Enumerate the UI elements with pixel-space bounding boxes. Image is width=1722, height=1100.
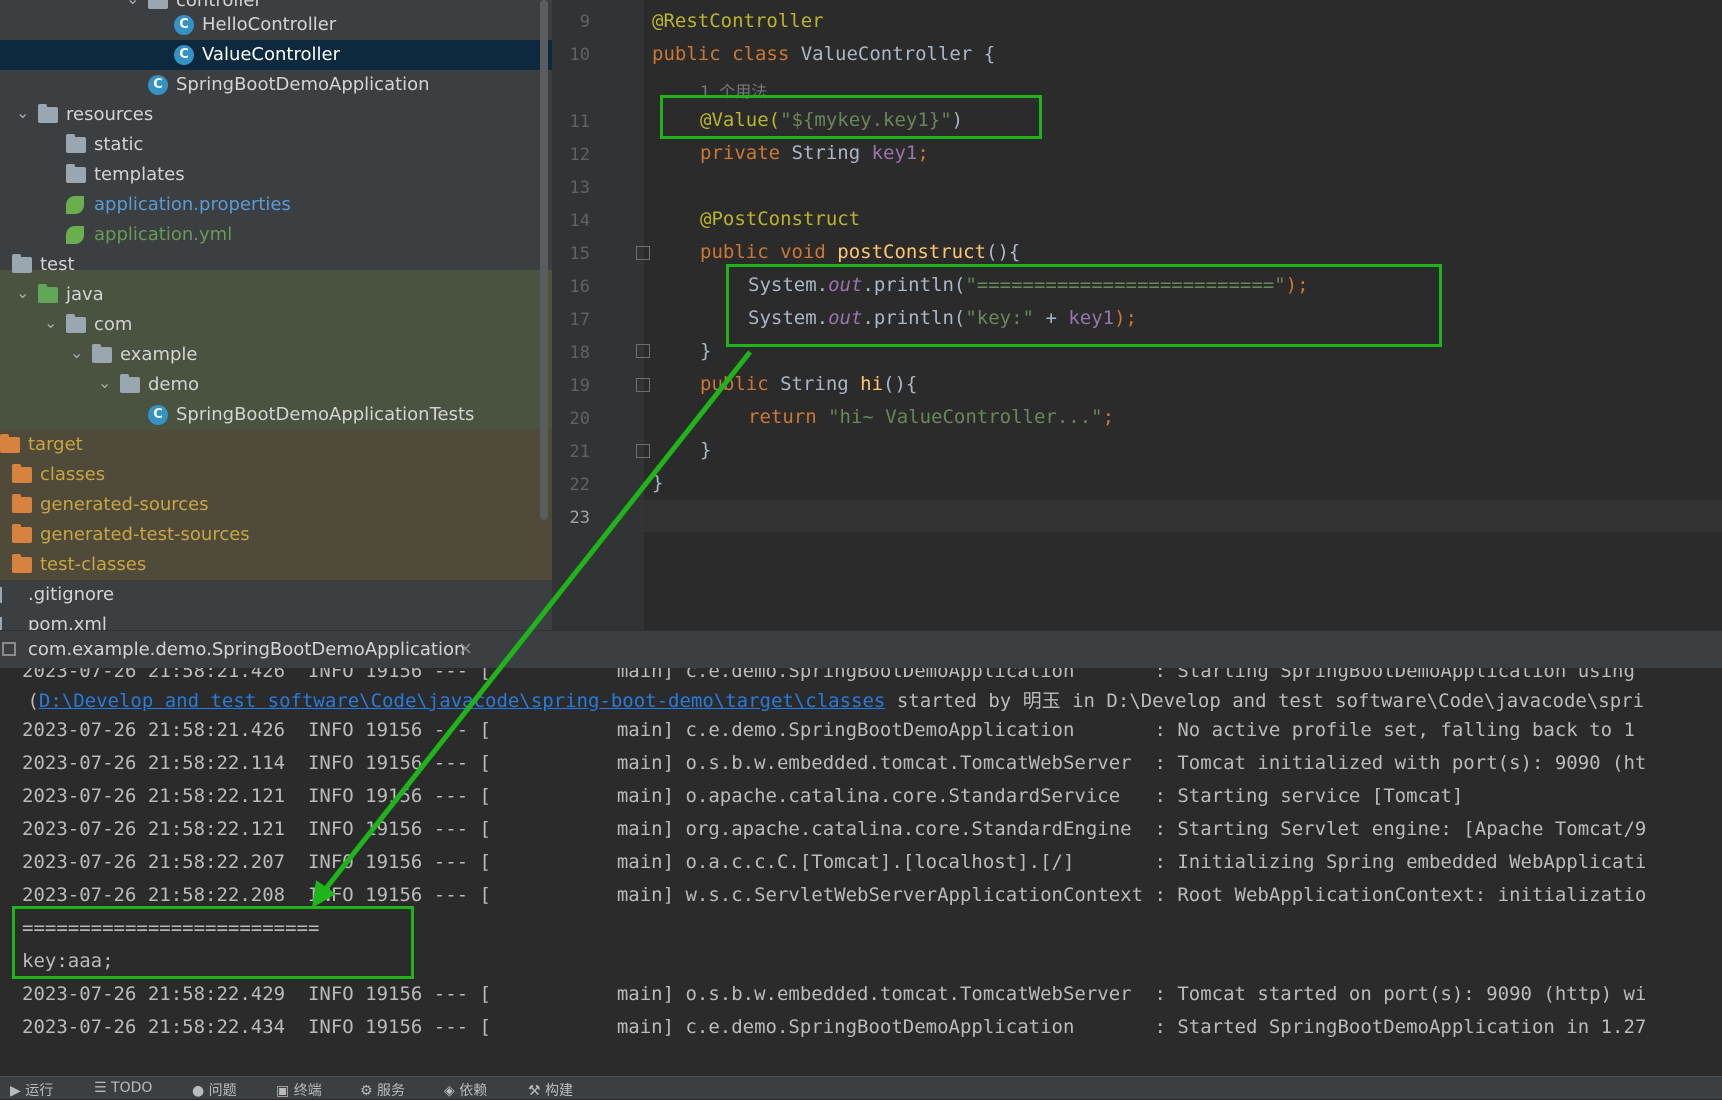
annotation-arrow xyxy=(312,350,752,908)
